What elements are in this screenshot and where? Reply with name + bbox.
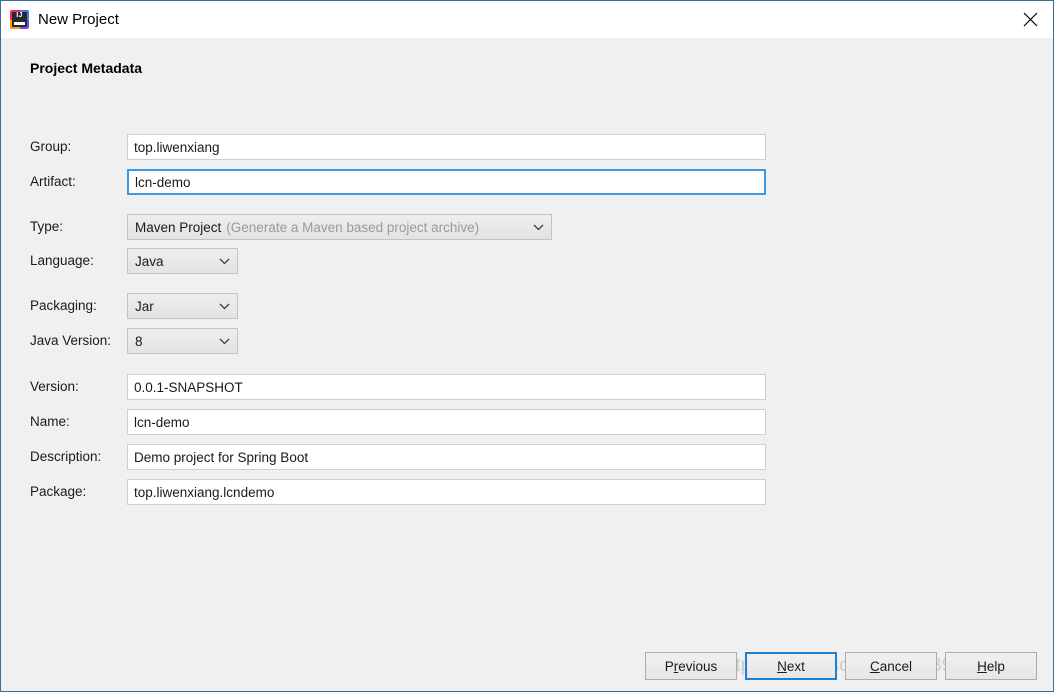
form-row-description: Description: Demo project for Spring Boo… — [30, 444, 766, 470]
name-label: Name: — [30, 414, 70, 429]
type-dropdown[interactable]: Maven Project (Generate a Maven based pr… — [127, 214, 552, 240]
packaging-value: Jar — [135, 298, 154, 314]
next-mnemonic: N — [777, 658, 787, 674]
form-row-java-version: Java Version: 8 — [30, 328, 238, 354]
chevron-down-icon — [533, 224, 544, 231]
next-label-after: ext — [786, 658, 805, 674]
intellij-idea-icon: IJ — [10, 10, 29, 29]
group-input[interactable]: top.liwenxiang — [127, 134, 766, 160]
description-label: Description: — [30, 449, 102, 464]
close-icon — [1023, 12, 1037, 27]
app-icon-letters: IJ — [16, 12, 23, 19]
group-label: Group: — [30, 139, 72, 154]
form-row-artifact: Artifact: lcn-demo — [30, 169, 766, 195]
cancel-mnemonic: C — [869, 658, 880, 674]
form-row-type: Type: Maven Project (Generate a Maven ba… — [30, 214, 552, 240]
form-row-name: Name: lcn-demo — [30, 409, 766, 435]
java-version-value: 8 — [135, 333, 143, 349]
chevron-down-icon — [219, 258, 230, 265]
previous-button[interactable]: Pr evious — [645, 652, 737, 680]
version-input[interactable]: 0.0.1-SNAPSHOT — [127, 374, 766, 400]
form-row-packaging: Packaging: Jar — [30, 293, 238, 319]
page-title: Project Metadata — [30, 60, 143, 76]
previous-label-before: P — [664, 658, 674, 674]
package-input[interactable]: top.liwenxiang.lcndemo — [127, 479, 766, 505]
dialog-body: Project Metadata Group: top.liwenxiang A… — [1, 38, 1053, 691]
help-label-after: elp — [986, 658, 1005, 674]
dialog-button-row: Pr evious Next Cancel Help — [645, 652, 1037, 680]
type-label: Type: — [30, 219, 64, 234]
java-version-dropdown[interactable]: 8 — [127, 328, 238, 354]
help-mnemonic: H — [977, 658, 987, 674]
packaging-dropdown[interactable]: Jar — [127, 293, 238, 319]
form-row-package: Package: top.liwenxiang.lcndemo — [30, 479, 766, 505]
form-row-language: Language: Java — [30, 248, 238, 274]
form-row-group: Group: top.liwenxiang — [30, 134, 766, 160]
cancel-button[interactable]: Cancel — [845, 652, 937, 680]
language-dropdown[interactable]: Java — [127, 248, 238, 274]
chevron-down-icon — [219, 338, 230, 345]
cancel-label-after: ancel — [879, 658, 913, 674]
java-version-label: Java Version: — [30, 333, 112, 348]
package-label: Package: — [30, 484, 87, 499]
artifact-label: Artifact: — [30, 174, 76, 189]
language-value: Java — [135, 253, 164, 269]
close-button[interactable] — [1007, 1, 1053, 38]
packaging-label: Packaging: — [30, 298, 97, 313]
previous-label-after: evious — [678, 658, 718, 674]
new-project-dialog: IJ New Project Project Metadata Group: t… — [0, 0, 1054, 692]
name-input[interactable]: lcn-demo — [127, 409, 766, 435]
form-row-version: Version: 0.0.1-SNAPSHOT — [30, 374, 766, 400]
type-hint: (Generate a Maven based project archive) — [226, 219, 480, 235]
description-input[interactable]: Demo project for Spring Boot — [127, 444, 766, 470]
language-label: Language: — [30, 253, 94, 268]
title-bar: IJ New Project — [1, 0, 1053, 38]
window-title: New Project — [38, 11, 119, 28]
version-label: Version: — [30, 379, 79, 394]
help-button[interactable]: Help — [945, 652, 1037, 680]
chevron-down-icon — [219, 303, 230, 310]
next-button[interactable]: Next — [745, 652, 837, 680]
artifact-input[interactable]: lcn-demo — [127, 169, 766, 195]
type-value: Maven Project — [135, 219, 222, 235]
